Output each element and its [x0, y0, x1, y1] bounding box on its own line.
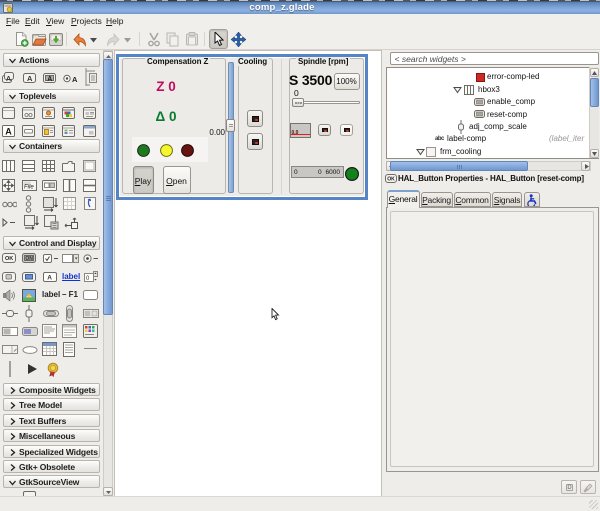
svg-text:OK: OK [387, 177, 395, 183]
svg-text:A: A [5, 127, 12, 137]
svg-text:OK: OK [5, 256, 13, 262]
svg-text:A: A [72, 75, 78, 83]
svg-text:File: File [24, 185, 34, 191]
svg-text:ON: ON [25, 256, 33, 262]
svg-text:A: A [47, 275, 52, 282]
svg-text:A: A [47, 76, 52, 83]
svg-text:A: A [6, 76, 11, 83]
svg-text:A: A [27, 74, 33, 83]
